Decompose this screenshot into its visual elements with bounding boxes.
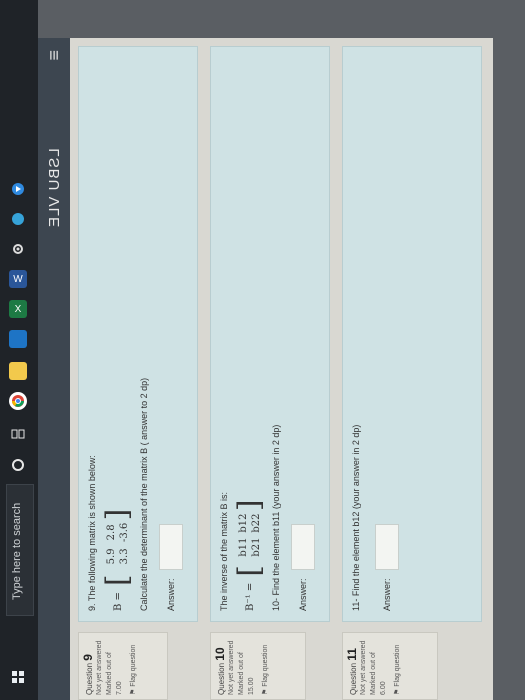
question-content: The inverse of the matrix B is: B⁻¹ = [ … [210, 46, 330, 622]
answer-label: Answer: [166, 578, 176, 611]
question-text: 9. The following matrix is shown below: [87, 455, 97, 611]
file-explorer-icon[interactable] [9, 362, 27, 380]
question-number: 11 [345, 648, 359, 661]
settings-icon[interactable] [9, 240, 27, 258]
matrix-b: B = [ 5.9 2.8 3.3 -3.6 ] [100, 57, 135, 611]
answer-label: Answer: [298, 578, 308, 611]
excel-icon[interactable]: X [9, 300, 27, 318]
question-text: 11- Find the element b12 (your answer in… [351, 424, 361, 611]
question-marks: 15.00 [248, 677, 255, 695]
question-status: Not yet answered [228, 640, 235, 695]
chrome-icon[interactable] [9, 392, 27, 410]
marked-label: Marked out of [238, 652, 245, 695]
task-view-icon[interactable] [9, 425, 27, 443]
flag-label: Flag question [262, 644, 269, 687]
answer-input[interactable] [291, 524, 315, 571]
answer-input[interactable] [159, 524, 183, 571]
menu-icon[interactable]: ≡ [44, 50, 65, 61]
left-bracket: [ [232, 565, 267, 577]
question-number: 9 [81, 654, 95, 661]
right-bracket: ] [100, 508, 135, 521]
question-status: Not yet answered [96, 640, 103, 695]
question-info: Question 9 Not yet answered Marked out o… [78, 632, 168, 700]
cortana-circle-icon[interactable] [9, 456, 27, 474]
matrix-label: B⁻¹ = [244, 582, 256, 611]
right-bracket: ] [232, 499, 267, 512]
site-header: ≡ LSBU VLE [38, 38, 70, 700]
site-title: LSBU VLE [46, 148, 63, 228]
marked-label: Marked out of [106, 652, 113, 695]
question-prompt: 10- Find the element b11 (your answer in… [271, 424, 281, 611]
question-prompt: Calculate the determinant of the matrix … [139, 377, 149, 611]
answer-row: Answer: [159, 57, 183, 611]
matrix-cell: 2.8 [106, 524, 117, 541]
question-label: Question [217, 662, 226, 695]
video-icon[interactable] [9, 180, 27, 198]
search-placeholder: Type here to search [11, 502, 23, 600]
matrix-cell: 5.9 [106, 548, 117, 565]
flag-question-button[interactable]: ⚑ Flag question [261, 637, 271, 695]
matrix-label: B = [112, 592, 124, 611]
windows-start-icon[interactable] [9, 668, 27, 686]
matrix-cell: 3.3 [119, 548, 130, 565]
marked-label: Marked out of [370, 652, 377, 695]
left-bracket: [ [100, 574, 135, 587]
question-content: 11- Find the element b12 (your answer in… [342, 46, 482, 622]
flag-question-button[interactable]: ⚑ Flag question [129, 637, 139, 695]
taskbar: Type here to search X W [0, 0, 38, 700]
answer-input[interactable] [375, 524, 399, 571]
flag-label: Flag question [394, 644, 401, 687]
question-info: Question 11 Not yet answered Marked out … [342, 632, 438, 700]
matrix-cell: b21 [251, 537, 262, 557]
matrix-cell: b11 [238, 537, 249, 557]
question-number: 10 [213, 647, 227, 661]
question-marks: 6.00 [380, 681, 387, 695]
matrix-cell: -3.6 [119, 522, 130, 543]
question-label: Question [349, 662, 358, 695]
matrix-cell: b22 [251, 513, 262, 533]
question-marks: 7.00 [116, 681, 123, 695]
quiz-page: ≡ LSBU VLE Question 9 Not yet answered M… [38, 38, 493, 700]
matrix-b-inverse: B⁻¹ = [ b11 b12 b21 b22 ] [232, 57, 267, 611]
answer-row: Answer: [291, 57, 315, 611]
flag-label: Flag question [130, 644, 137, 687]
mail-icon[interactable] [9, 330, 27, 348]
edge-icon[interactable] [9, 210, 27, 228]
question-info: Question 10 Not yet answered Marked out … [210, 632, 306, 700]
matrix-cell: b12 [238, 513, 249, 533]
answer-label: Answer: [382, 578, 392, 611]
answer-row: Answer: [375, 57, 399, 611]
flag-question-button[interactable]: ⚑ Flag question [393, 637, 403, 695]
question-label: Question [85, 662, 94, 695]
question-content: 9. The following matrix is shown below: … [78, 46, 198, 622]
question-status: Not yet answered [360, 640, 367, 695]
word-icon[interactable]: W [9, 270, 27, 288]
question-text: The inverse of the matrix B is: [219, 491, 229, 611]
